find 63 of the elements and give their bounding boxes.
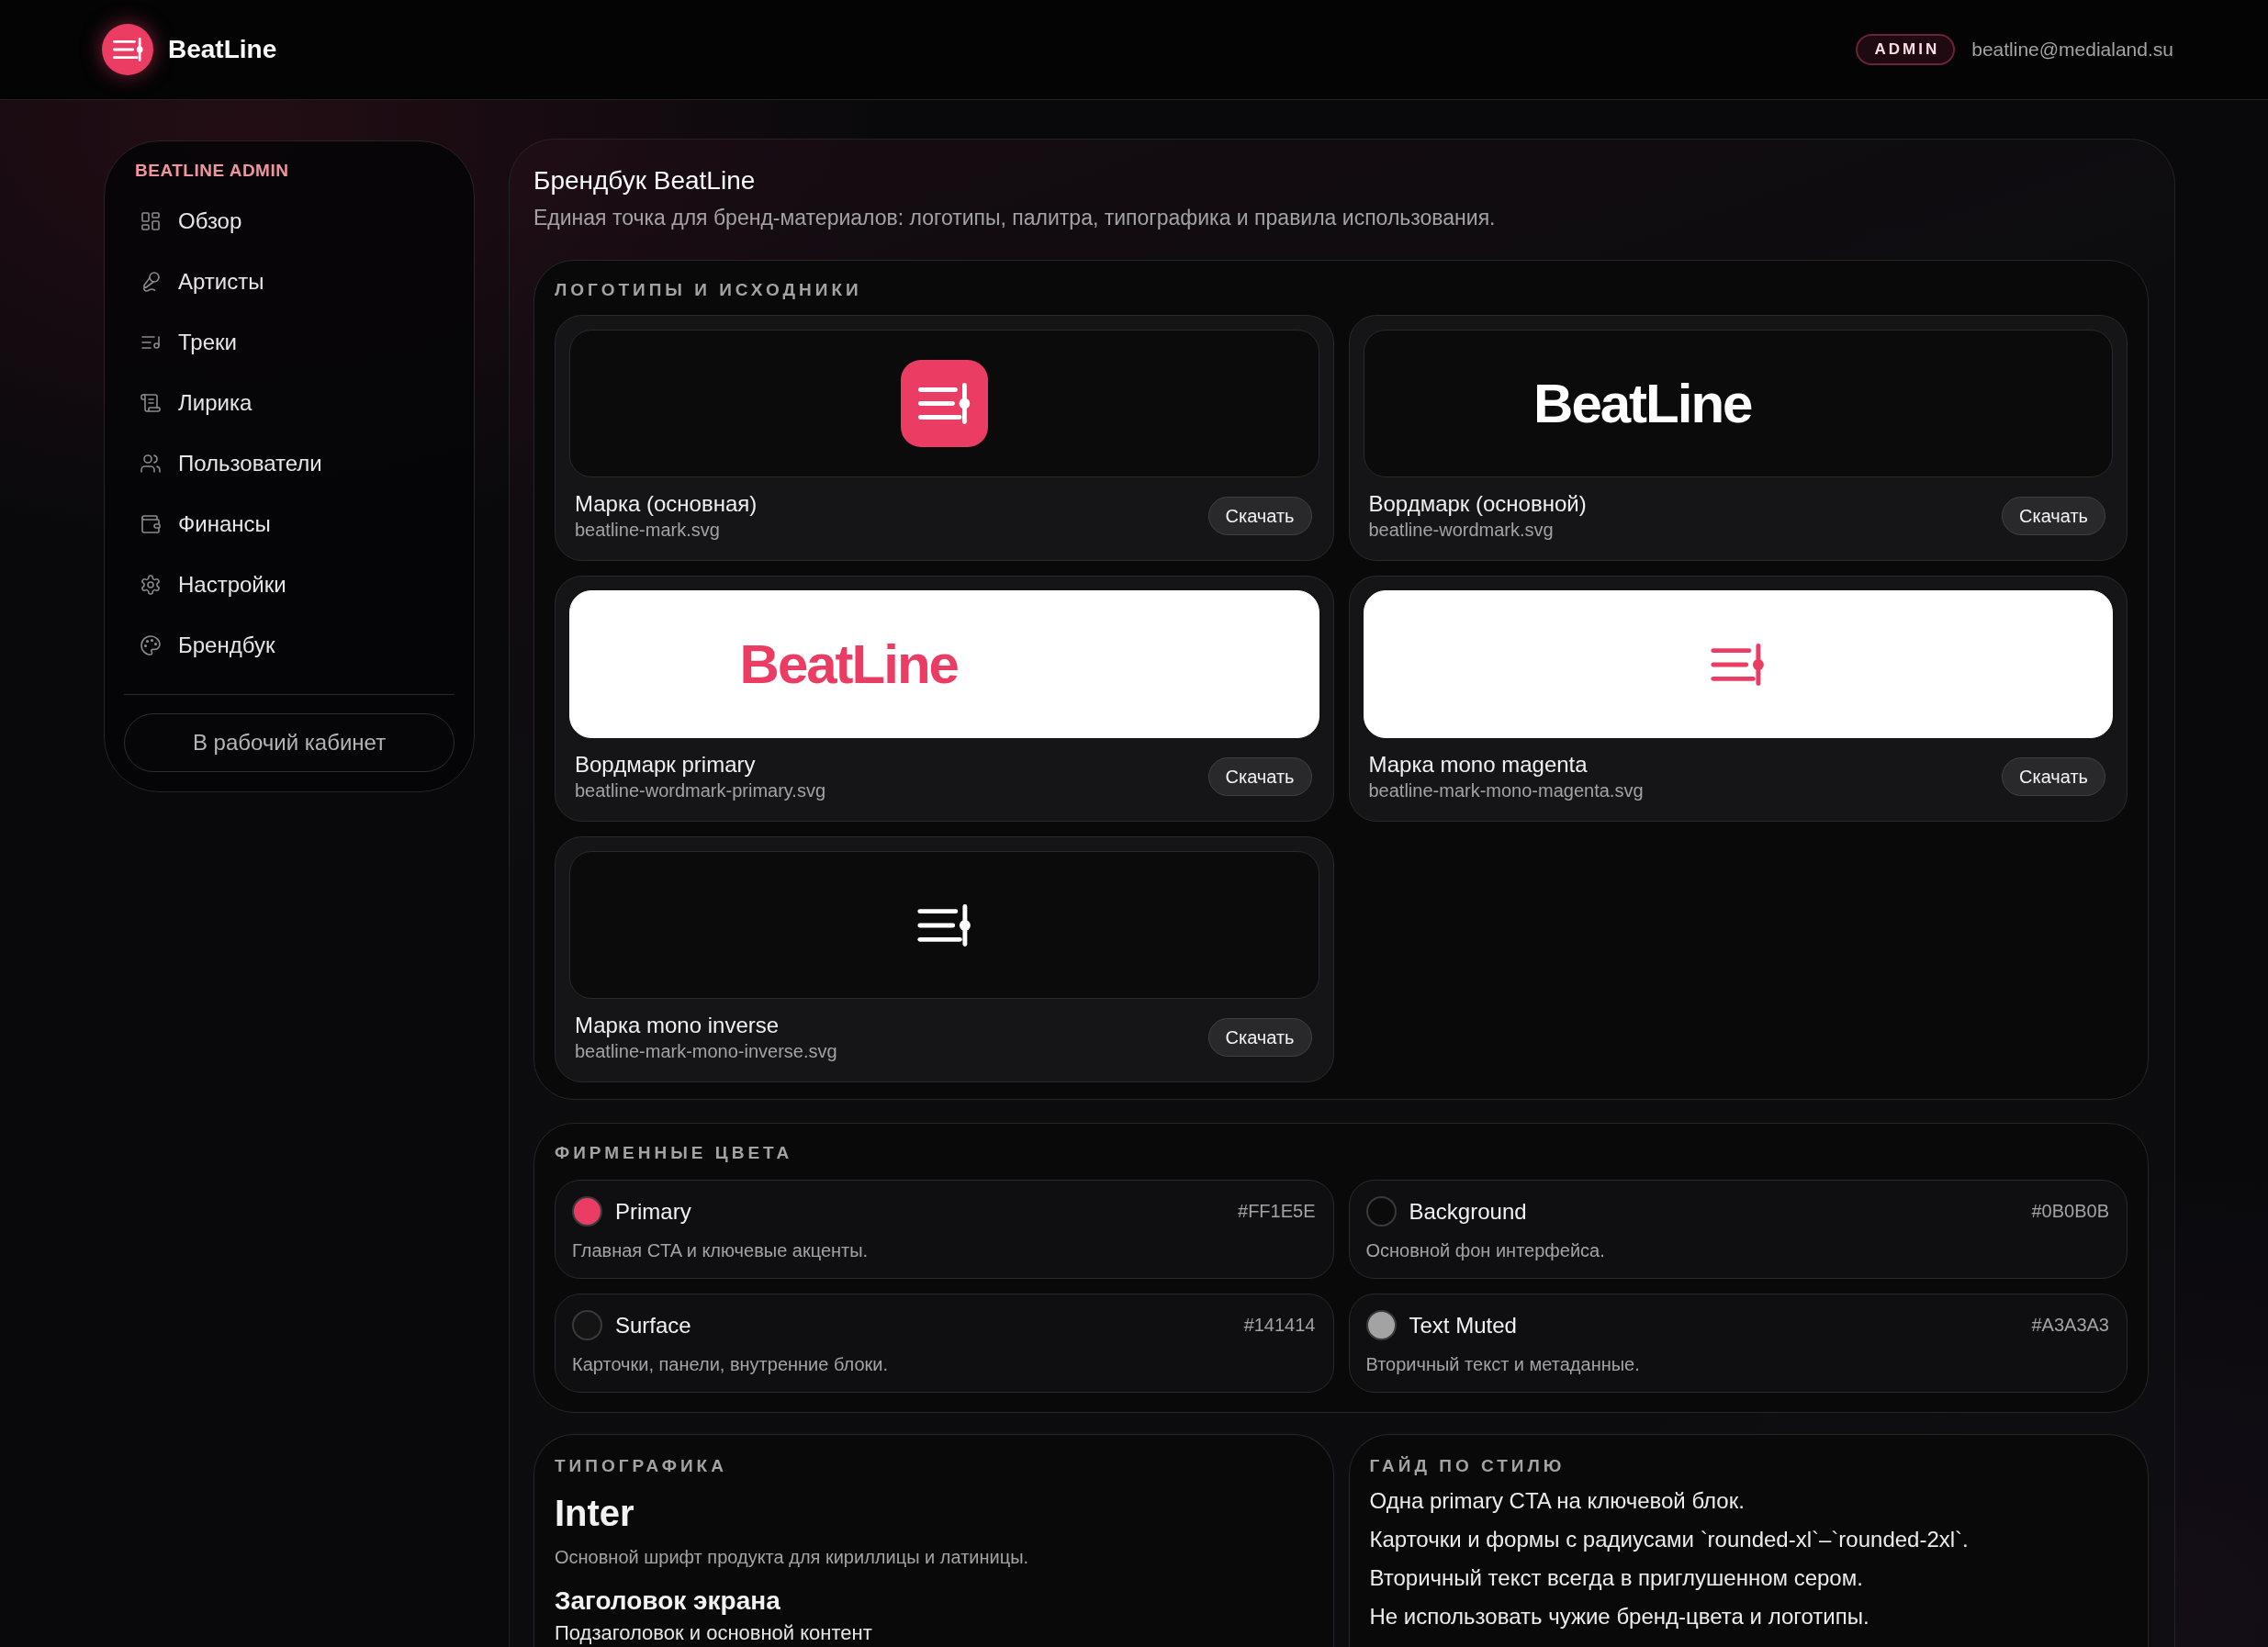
download-button[interactable]: Скачать (1207, 1018, 1312, 1057)
wallet-icon (140, 513, 162, 535)
nav-item[interactable]: Лирика (124, 373, 455, 433)
nav-item[interactable]: Обзор (124, 191, 455, 252)
file-name: beatline-wordmark.svg (1368, 519, 1555, 542)
nav-item[interactable]: Пользователи (124, 433, 455, 494)
color-description: Главная CTA и ключевые акценты. (572, 1239, 870, 1262)
file-name: beatline-mark.svg (575, 519, 721, 542)
file-name: beatline-mark-mono-inverse.svg (575, 1040, 837, 1063)
asset-name: Вордмарк (основной) (1368, 490, 1587, 518)
page-title: Брендбук BeatLine (533, 165, 757, 196)
style-rule: Одна primary CTA на ключевой блок. (1369, 1487, 1746, 1515)
color-name: Text Muted (1409, 1312, 1518, 1339)
nav-item[interactable]: Артисты (124, 252, 455, 312)
section-heading: ЛОГОТИПЫ И ИСХОДНИКИ (555, 280, 863, 300)
color-description: Карточки, панели, внутренние блоки. (572, 1353, 889, 1376)
color-description: Вторичный текст и метаданные. (1365, 1353, 1641, 1376)
grid-icon (140, 210, 162, 232)
section-heading: ТИПОГРАФИКА (555, 1456, 728, 1476)
file-name: beatline-wordmark-primary.svg (575, 779, 826, 802)
workspace-button[interactable]: В рабочий кабинет (124, 713, 455, 772)
color-name: Background (1409, 1198, 1528, 1225)
palette-icon (140, 634, 162, 656)
nav-item[interactable]: Настройки (124, 555, 455, 615)
scroll-icon (140, 392, 162, 414)
settings-icon (140, 574, 162, 596)
sample-body-text: Подзаголовок и основной контент (555, 1623, 873, 1643)
color-hex: #0B0B0B (2031, 1201, 2109, 1222)
download-button[interactable]: Скачать (2002, 497, 2105, 535)
logo-wordmark: BeatLine (1533, 375, 1752, 431)
style-rule: Карточки и формы с радиусами `rounded-xl`–`rounded-2xl`. (1369, 1526, 1970, 1553)
font-name: Inter (555, 1493, 635, 1533)
role-badge: ADMIN (1856, 34, 1956, 65)
section-heading: ГАЙД ПО СТИЛЮ (1369, 1456, 1566, 1476)
nav-item[interactable]: Треки (124, 312, 455, 373)
users-icon (140, 453, 162, 475)
asset-name: Марка mono magenta (1368, 751, 1589, 779)
nav-item[interactable]: Брендбук (124, 615, 455, 676)
asset-name: Марка (основная) (575, 490, 758, 518)
sample-heading: Заголовок экрана (555, 1586, 781, 1616)
color-hex: #FF1E5E (1238, 1201, 1316, 1222)
nav-item[interactable]: Финансы (124, 494, 455, 555)
color-hex: #A3A3A3 (2031, 1315, 2109, 1336)
section-heading: ФИРМЕННЫЕ ЦВЕТА (555, 1143, 794, 1163)
download-button[interactable]: Скачать (1207, 757, 1312, 796)
sidebar-title: BEATLINE ADMIN (134, 160, 290, 182)
user-email: beatline@medialand.su (1971, 39, 2173, 61)
color-name: Primary (615, 1198, 692, 1225)
download-button[interactable]: Скачать (1207, 497, 1312, 535)
color-description: Основной фон интерфейса. (1365, 1239, 1606, 1262)
logo-wordmark: BeatLine (739, 636, 958, 692)
download-button[interactable]: Скачать (2002, 757, 2105, 796)
brand-name: BeatLine (168, 35, 277, 64)
color-hex: #141414 (1243, 1315, 1316, 1336)
asset-name: Вордмарк primary (575, 751, 757, 779)
style-rule: Вторичный текст всегда в приглушенном сером. (1369, 1564, 1864, 1592)
style-rule: Не использовать чужие бренд-цвета и логотипы. (1369, 1603, 1870, 1630)
color-name: Surface (615, 1312, 692, 1339)
asset-name: Марка mono inverse (575, 1012, 780, 1039)
font-description: Основной шрифт продукта для кириллицы и латиницы. (555, 1546, 1030, 1568)
file-name: beatline-mark-mono-magenta.svg (1368, 779, 1644, 802)
page-subtitle: Единая точка для бренд-материалов: логотипы, палитра, типографика и правила использования. (533, 205, 1497, 231)
logo-icon (102, 24, 153, 75)
